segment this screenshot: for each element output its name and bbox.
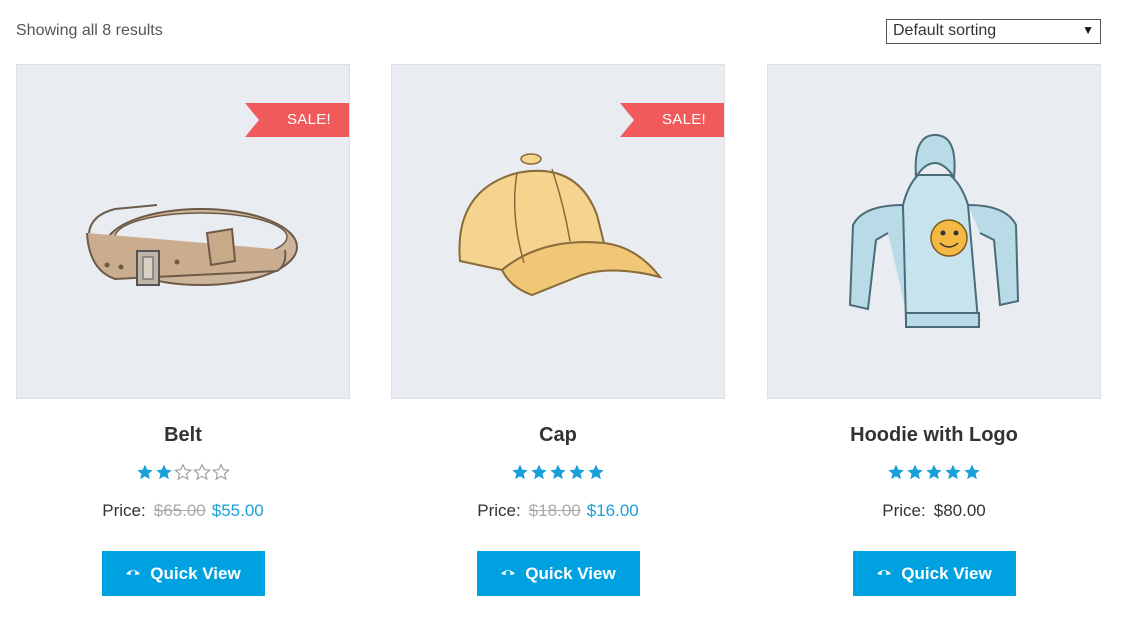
- sorting-selected-value: Default sorting: [893, 22, 997, 39]
- star-filled-icon: [550, 464, 566, 480]
- quick-view-label: Quick View: [150, 563, 241, 583]
- quick-view-button[interactable]: Quick View: [476, 551, 640, 596]
- sale-badge: SALE!: [620, 103, 724, 137]
- product-image-cap[interactable]: SALE!: [391, 64, 725, 399]
- star-filled-icon: [926, 464, 942, 480]
- star-filled-icon: [137, 464, 153, 480]
- quick-view-button[interactable]: Quick View: [852, 551, 1016, 596]
- product-title[interactable]: Cap: [391, 424, 725, 450]
- dropdown-arrow-icon: ▼: [1082, 23, 1094, 37]
- product-title[interactable]: Hoodie with Logo: [767, 424, 1101, 450]
- price-line: Price: $18.00 $16.00: [391, 501, 725, 521]
- star-filled-icon: [512, 464, 528, 480]
- results-count: Showing all 8 results: [16, 22, 163, 39]
- star-filled-icon: [588, 464, 604, 480]
- star-empty-icon: [193, 463, 211, 481]
- star-filled-icon: [888, 464, 904, 480]
- sale-badge-label: SALE!: [661, 111, 707, 128]
- product-title[interactable]: Belt: [16, 424, 350, 450]
- quick-view-label: Quick View: [525, 563, 616, 583]
- product-card: SALE! Cap Price: $18.00 $16.00 Quick View: [391, 64, 725, 596]
- old-price: $18.00: [528, 501, 581, 520]
- star-filled-icon: [531, 464, 547, 480]
- star-rating: [391, 462, 725, 484]
- old-price: $65.00: [153, 501, 206, 520]
- product-card: SALE! Belt Price: $65.00 $55.00 Quick View: [16, 64, 350, 596]
- quick-view-button[interactable]: Quick View: [101, 551, 265, 596]
- hoodie-image: [848, 133, 1020, 328]
- price-label: Price:: [882, 501, 926, 520]
- product-image-hoodie[interactable]: [767, 64, 1101, 399]
- price-line: Price: $80.00: [767, 501, 1101, 521]
- star-filled-icon: [907, 464, 923, 480]
- product-image-belt[interactable]: SALE!: [16, 64, 350, 399]
- sale-price: $16.00: [586, 501, 639, 520]
- star-filled-icon: [569, 464, 585, 480]
- star-empty-icon: [174, 463, 192, 481]
- sale-price: $55.00: [211, 501, 264, 520]
- eye-icon: [501, 569, 516, 575]
- star-filled-icon: [156, 464, 172, 480]
- sale-badge-label: SALE!: [286, 111, 332, 128]
- price-line: Price: $65.00 $55.00: [16, 501, 350, 521]
- star-rating: [16, 462, 350, 484]
- price-label: Price:: [102, 501, 146, 520]
- price-label: Price:: [477, 501, 521, 520]
- eye-icon: [126, 569, 141, 575]
- sale-badge: SALE!: [245, 103, 349, 137]
- sorting-select[interactable]: Default sorting ▼: [886, 19, 1101, 44]
- star-rating: [767, 462, 1101, 484]
- quick-view-label: Quick View: [901, 563, 992, 583]
- product-card: Hoodie with Logo Price: $80.00 Quick View: [767, 64, 1101, 596]
- star-empty-icon: [212, 463, 230, 481]
- star-filled-icon: [945, 464, 961, 480]
- price: $80.00: [933, 501, 986, 520]
- eye-icon: [877, 569, 892, 575]
- star-filled-icon: [964, 464, 980, 480]
